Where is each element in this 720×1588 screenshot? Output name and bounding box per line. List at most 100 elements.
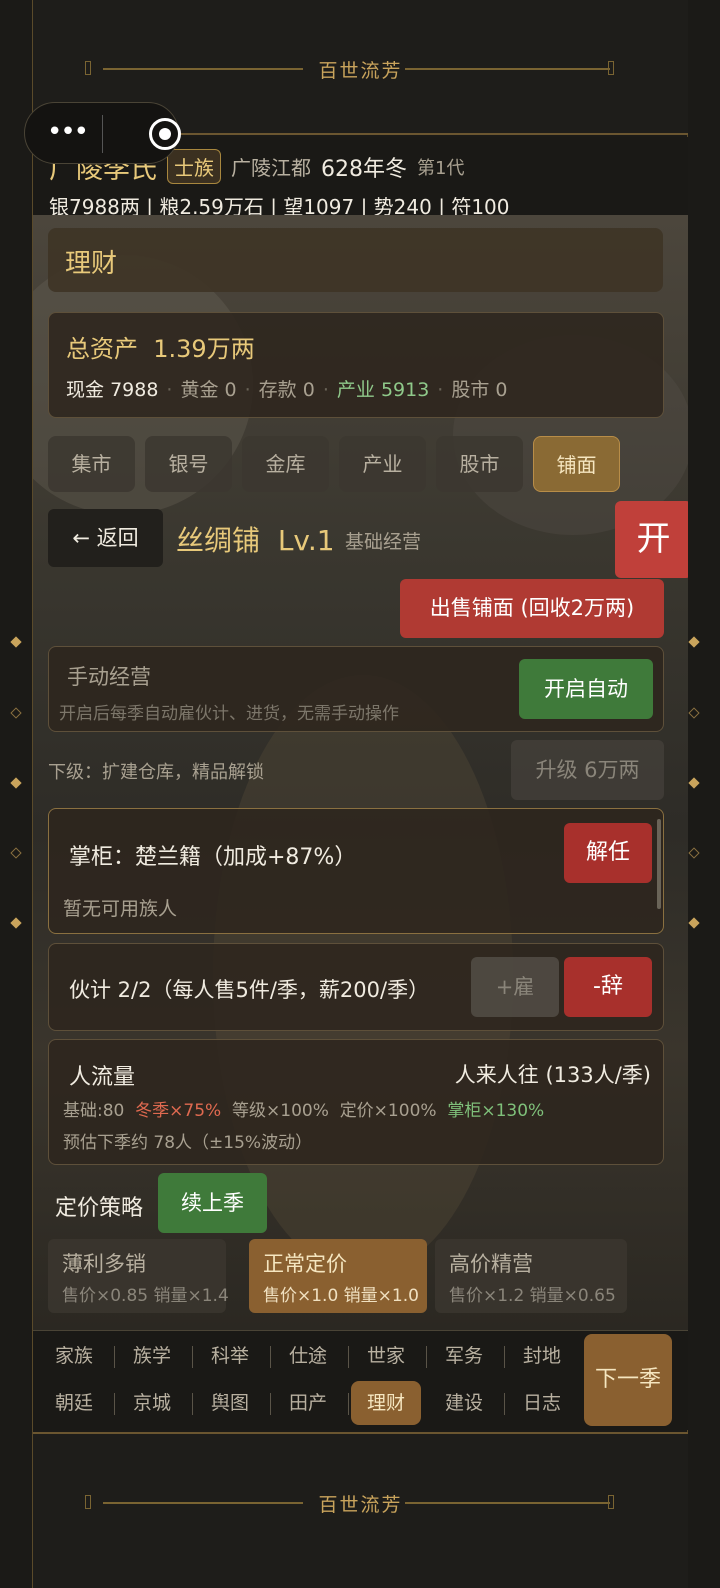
traffic-factors: 基础:80 冬季×75% 等级×100% 定价×100% 掌柜×130% (63, 1096, 544, 1121)
banner-cap-right (608, 61, 614, 75)
sell-shop-button[interactable]: 出售铺面 (回收2万两) (400, 579, 664, 638)
factor-price: 定价×100% (339, 1101, 437, 1121)
pricing-option-detail: 售价×1.0 销量×1.0 (263, 1286, 419, 1306)
bottom-banner: 百世流芳 (33, 1432, 688, 1588)
side-diamond-icon (688, 917, 700, 929)
clan-rank-badge: 士族 (167, 149, 221, 184)
nav-construction[interactable]: 建设 (427, 1381, 505, 1425)
miniprogram-capsule: ••• (24, 102, 181, 164)
gold-value: 0 (224, 379, 237, 401)
factor-level: 等级×100% (232, 1101, 329, 1121)
nav-career[interactable]: 仕途 (271, 1334, 349, 1378)
tab-shop[interactable]: 铺面 (533, 436, 620, 492)
nav-label: 仕途 (288, 1345, 327, 1367)
nav-label: 日志 (522, 1392, 561, 1414)
property-value: 5913 (380, 379, 430, 401)
cash-value: 7988 (110, 379, 159, 401)
nav-military[interactable]: 军务 (427, 1334, 505, 1378)
side-diamond-icon (10, 917, 22, 929)
staff-info: 伙计 2/2（每人售5件/季，薪200/季） (69, 978, 430, 1002)
side-diamond-icon (688, 707, 700, 719)
pricing-strategy-label: 定价策略 (55, 1196, 144, 1221)
shop-name: 丝绸铺 (176, 524, 261, 557)
side-diamond-icon (688, 777, 700, 789)
deposit-label: 存款 (258, 379, 297, 401)
property-label: 产业 (336, 379, 375, 401)
shop-mode: 基础经营 (345, 531, 422, 553)
banner-line-right (405, 1502, 610, 1504)
pricing-option-name: 正常定价 (263, 1252, 347, 1276)
assets-breakdown: 现金 7988 · 黄金 0 · 存款 0 · 产业 5913 · 股市 0 (66, 379, 508, 401)
nav-capital[interactable]: 京城 (115, 1381, 193, 1425)
nav-log[interactable]: 日志 (505, 1381, 579, 1425)
upgrade-button[interactable]: 升级 6万两 (511, 740, 664, 800)
nav-farmland[interactable]: 田产 (271, 1381, 349, 1425)
nav-school[interactable]: 族学 (115, 1334, 193, 1378)
back-button[interactable]: ← 返回 (48, 509, 163, 567)
manager-info: 掌柜：楚兰籍（加成+87%） (69, 845, 357, 870)
nav-fief[interactable]: 封地 (505, 1334, 579, 1378)
tab-market[interactable]: 集市 (48, 436, 135, 492)
pricing-option-low[interactable]: 薄利多销 售价×0.85 销量×1.4 (48, 1239, 229, 1313)
nav-label: 朝廷 (54, 1392, 93, 1414)
pricing-option-high[interactable]: 高价精营 售价×1.2 销量×0.65 (435, 1239, 627, 1313)
tab-bank[interactable]: 银号 (145, 436, 232, 492)
traffic-estimate: 预估下季约 78人（±15%波动） (63, 1133, 313, 1153)
nav-family[interactable]: 家族 (37, 1334, 115, 1378)
nav-label: 族学 (132, 1345, 171, 1367)
nav-label: 京城 (132, 1392, 171, 1414)
dismiss-manager-button[interactable]: 解任 (564, 823, 652, 883)
continue-last-season-button[interactable]: 续上季 (158, 1173, 267, 1233)
nav-label: 理财 (366, 1392, 405, 1414)
factor-season: 冬季×75% (135, 1101, 222, 1121)
side-diamond-icon (688, 636, 700, 648)
enable-auto-button[interactable]: 开启自动 (519, 659, 653, 719)
pricing-option-normal[interactable]: 正常定价 售价×1.0 销量×1.0 (249, 1239, 427, 1313)
deposit-value: 0 (302, 379, 315, 401)
nav-finance[interactable]: 理财 (351, 1381, 421, 1425)
nav-label: 军务 (444, 1345, 483, 1367)
scrollbar[interactable] (657, 819, 661, 909)
clan-location: 广陵江都 (231, 156, 311, 180)
next-level-info: 下级：扩建仓库，精品解锁 (48, 762, 264, 783)
nav-court[interactable]: 朝廷 (37, 1381, 115, 1425)
section-title-bar: 理财 (48, 228, 663, 292)
next-season-button[interactable]: 下一季 (584, 1334, 672, 1426)
main-content: 理财 总资产 1.39万两 现金 7988 · 黄金 0 · 存款 0 · 产业 5913 ·… (33, 215, 688, 1330)
nav-label: 建设 (444, 1392, 483, 1414)
manual-operation-panel: 手动经营 开启后每季自动雇伙计、进货，无需手动操作 开启自动 (48, 646, 664, 732)
more-dots-icon[interactable]: ••• (47, 117, 89, 147)
pricing-option-name: 高价精营 (449, 1252, 533, 1276)
manager-panel: 掌柜：楚兰籍（加成+87%） 暂无可用族人 解任 (48, 808, 664, 934)
side-diamond-icon (10, 847, 22, 859)
shop-title: 丝绸铺 Lv.1 (176, 519, 335, 559)
total-assets-value: 1.39万两 (153, 335, 255, 363)
nav-exam[interactable]: 科举 (193, 1334, 271, 1378)
tab-stock[interactable]: 股市 (436, 436, 523, 492)
factor-base: 基础:80 (63, 1101, 125, 1121)
nav-map[interactable]: 舆图 (193, 1381, 271, 1425)
side-diamond-icon (10, 707, 22, 719)
pricing-option-name: 薄利多销 (62, 1252, 146, 1276)
hire-button[interactable]: +雇 (471, 957, 559, 1017)
nav-clans[interactable]: 世家 (349, 1334, 427, 1378)
target-icon[interactable] (149, 118, 181, 150)
nav-label: 封地 (522, 1345, 561, 1367)
dismiss-staff-button[interactable]: -辞 (564, 957, 652, 1017)
current-year: 628年冬 (321, 156, 407, 182)
nav-label: 田产 (288, 1392, 327, 1414)
pricing-option-detail: 售价×0.85 销量×1.4 (62, 1286, 229, 1306)
tab-property[interactable]: 产业 (339, 436, 426, 492)
tab-vault[interactable]: 金库 (242, 436, 329, 492)
capsule-divider (102, 115, 103, 153)
side-diamond-icon (10, 777, 22, 789)
section-title: 理财 (65, 249, 118, 279)
nav-label: 家族 (54, 1345, 93, 1367)
side-diamond-icon (688, 847, 700, 859)
nav-label: 舆图 (210, 1392, 249, 1414)
side-diamond-icon (10, 636, 22, 648)
open-button[interactable]: 开 (615, 501, 688, 578)
gold-label: 黄金 (180, 379, 219, 401)
traffic-rate: 人来人往 (133人/季) (454, 1063, 651, 1087)
cash-label: 现金 (66, 379, 105, 401)
